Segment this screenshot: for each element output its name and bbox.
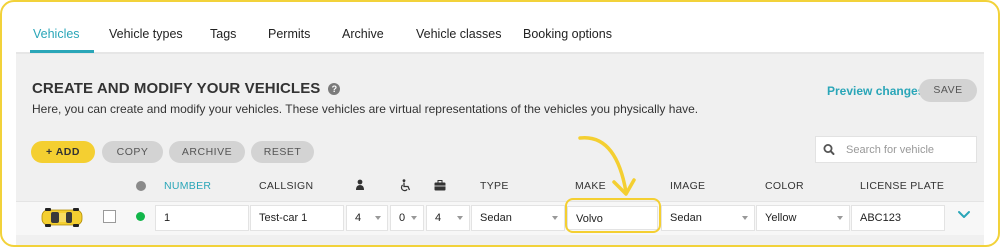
tab-vehicles[interactable]: Vehicles	[33, 27, 80, 41]
vehicles-panel: CREATE AND MODIFY YOUR VEHICLES ? Here, …	[16, 54, 984, 245]
active-tab-indicator	[30, 50, 94, 53]
copy-button[interactable]: COPY	[102, 141, 163, 163]
type-select[interactable]: Sedan	[471, 205, 565, 231]
column-callsign[interactable]: CALLSIGN	[259, 180, 313, 192]
color-select[interactable]: Yellow	[756, 205, 850, 231]
expand-row-icon[interactable]	[957, 210, 971, 220]
wheelchairs-select[interactable]: 0	[390, 205, 424, 231]
column-color[interactable]: COLOR	[765, 180, 804, 192]
chevron-down-icon	[411, 216, 417, 220]
help-icon[interactable]: ?	[328, 82, 341, 95]
pointer-arrow-icon	[578, 136, 636, 196]
car-icon	[41, 208, 83, 227]
search-box[interactable]	[815, 136, 977, 163]
tab-archive[interactable]: Archive	[342, 27, 384, 41]
column-number[interactable]: NUMBER	[164, 180, 211, 192]
page-title-row: CREATE AND MODIFY YOUR VEHICLES ?	[32, 80, 341, 97]
chevron-down-icon	[457, 216, 463, 220]
callsign-cell[interactable]: Test-car 1	[250, 205, 344, 231]
vehicles-settings-frame: Vehicles Vehicle types Tags Permits Arch…	[0, 0, 1000, 247]
luggage-select[interactable]: 4	[426, 205, 470, 231]
column-license-plate[interactable]: LICENSE PLATE	[860, 180, 944, 192]
color-value: Yellow	[765, 212, 797, 224]
number-cell[interactable]: 1	[155, 205, 249, 231]
status-column-icon	[136, 181, 146, 191]
tab-bar: Vehicles Vehicle types Tags Permits Arch…	[16, 2, 984, 54]
search-input[interactable]	[846, 139, 976, 160]
tab-vehicle-classes[interactable]: Vehicle classes	[416, 27, 501, 41]
person-icon	[355, 179, 365, 194]
seats-value: 4	[355, 212, 362, 224]
tab-tags[interactable]: Tags	[210, 27, 236, 41]
wheelchair-icon	[400, 179, 412, 195]
page-subtitle: Here, you can create and modify your veh…	[32, 102, 699, 116]
chevron-down-icon	[375, 216, 381, 220]
page-title: CREATE AND MODIFY YOUR VEHICLES	[32, 80, 321, 97]
image-select[interactable]: Sedan	[661, 205, 755, 231]
reset-button[interactable]: RESET	[251, 141, 314, 163]
save-button[interactable]: SAVE	[919, 79, 977, 102]
wheelchairs-value: 0	[399, 212, 406, 224]
search-icon	[816, 137, 842, 162]
preview-changes-link[interactable]: Preview changes	[827, 84, 924, 98]
archive-button[interactable]: ARCHIVE	[169, 141, 245, 163]
status-indicator	[136, 212, 145, 221]
tab-permits[interactable]: Permits	[268, 27, 310, 41]
column-image[interactable]: IMAGE	[670, 180, 705, 192]
add-button[interactable]: + ADD	[31, 141, 95, 163]
luggage-value: 4	[435, 212, 442, 224]
seats-select[interactable]: 4	[346, 205, 388, 231]
column-type[interactable]: TYPE	[480, 180, 509, 192]
chevron-down-icon	[742, 216, 748, 220]
license-plate-field[interactable]: ABC123	[851, 205, 945, 231]
tab-vehicle-types[interactable]: Vehicle types	[109, 27, 183, 41]
chevron-down-icon	[837, 216, 843, 220]
type-value: Sedan	[480, 212, 512, 224]
row-select-checkbox[interactable]	[103, 210, 116, 223]
briefcase-icon	[434, 180, 446, 194]
chevron-down-icon	[552, 216, 558, 220]
tab-booking-options[interactable]: Booking options	[523, 27, 612, 41]
image-value: Sedan	[670, 212, 702, 224]
